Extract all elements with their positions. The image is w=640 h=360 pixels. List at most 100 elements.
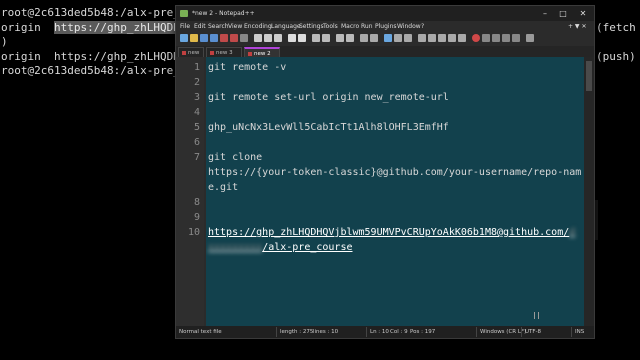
- line-number: 5: [193, 122, 200, 133]
- line-number: 10: [187, 227, 200, 238]
- line-number-gutter: 1 2 3 4 5 6 7 8 9 10: [176, 57, 204, 326]
- open-file-icon[interactable]: [190, 34, 198, 42]
- redacted-username: xxxxxxxxx: [208, 242, 263, 253]
- copy-icon[interactable]: [264, 34, 272, 42]
- code-line-7-wrap-1: https://{your-token-classic}@github.com/…: [208, 167, 582, 178]
- terminal-origin-label: origin: [1, 21, 54, 34]
- menu-encoding[interactable]: Encoding: [244, 23, 272, 30]
- paste-icon[interactable]: [274, 34, 282, 42]
- menu-search[interactable]: Search: [208, 23, 229, 30]
- indent-guide-icon[interactable]: [404, 34, 412, 42]
- window-title: *new 2 - Notepad++: [192, 10, 255, 17]
- menu-help[interactable]: ?: [421, 23, 424, 30]
- run-macro-multiple-icon[interactable]: [502, 34, 510, 42]
- mouse-ibeam-cursor: [534, 312, 539, 319]
- vertical-scrollbar[interactable]: [584, 57, 594, 326]
- status-encoding[interactable]: UTF-8: [525, 329, 541, 335]
- line-number: 1: [193, 62, 200, 73]
- terminal-line-paren: ): [1, 35, 8, 48]
- notepadpp-window: *new 2 - Notepad++ – □ ✕ File Edit Searc…: [175, 5, 595, 339]
- word-wrap-icon[interactable]: [384, 34, 392, 42]
- terminal-line-prompt: root@2c613ded5b48:/alx-pre_co: [1, 6, 194, 19]
- notepadpp-app-icon: [180, 10, 188, 17]
- zoom-out-icon[interactable]: [346, 34, 354, 42]
- print-icon[interactable]: [240, 34, 248, 42]
- terminal-selected-url[interactable]: https://ghp_zhLHQDHQV: [53, 21, 194, 34]
- code-line-10[interactable]: https://ghp_zhLHQDHQVjblwm59UMVPvCRUpYoA…: [208, 227, 575, 238]
- status-file-type: Normal text file: [179, 329, 222, 335]
- zoom-in-icon[interactable]: [336, 34, 344, 42]
- menu-tools[interactable]: Tools: [323, 23, 338, 30]
- text-editor[interactable]: git remote -v git remote set-url origin …: [206, 57, 584, 326]
- terminal-push-label: (push): [596, 50, 636, 63]
- function-list-icon[interactable]: [438, 34, 446, 42]
- udl-icon[interactable]: [418, 34, 426, 42]
- minimize-button[interactable]: –: [536, 7, 554, 20]
- tab-new-2[interactable]: new 2: [244, 47, 280, 67]
- menu-window[interactable]: Window: [397, 23, 421, 30]
- scrollbar-thumb[interactable]: [586, 61, 592, 91]
- stop-macro-icon[interactable]: [482, 34, 490, 42]
- monitoring-icon[interactable]: [458, 34, 466, 42]
- status-col: Col : 9: [390, 329, 408, 335]
- close-file-icon[interactable]: [220, 34, 228, 42]
- save-macro-icon[interactable]: [512, 34, 520, 42]
- maximize-button[interactable]: □: [554, 7, 572, 20]
- menu-bar: File Edit Search View Encoding Language …: [176, 21, 594, 32]
- find-icon[interactable]: [312, 34, 320, 42]
- unsaved-file-icon: [248, 51, 252, 56]
- folder-workspace-icon[interactable]: [448, 34, 456, 42]
- close-button[interactable]: ✕: [574, 7, 592, 20]
- menu-file[interactable]: File: [180, 23, 190, 30]
- code-line-10-wrap[interactable]: xxxxxxxxx/alx-pre_course: [208, 242, 353, 253]
- cut-icon[interactable]: [254, 34, 262, 42]
- title-bar: *new 2 - Notepad++ – □ ✕: [176, 6, 594, 21]
- terminal-fetch-label: (fetch: [596, 21, 636, 34]
- record-macro-icon[interactable]: [472, 34, 480, 42]
- tab-bar: new 1 new 3 new 2: [176, 46, 594, 67]
- save-all-icon[interactable]: [210, 34, 218, 42]
- menu-edit[interactable]: Edit: [194, 23, 206, 30]
- status-length: length : 275: [280, 329, 314, 335]
- replace-icon[interactable]: [322, 34, 330, 42]
- status-eol[interactable]: Windows (CR LF): [480, 329, 526, 335]
- show-all-chars-icon[interactable]: [394, 34, 402, 42]
- line-number: 9: [193, 212, 200, 223]
- status-divider: [571, 327, 572, 337]
- url-text: https://ghp_zhLHQDHQVjblwm59UMVPvCRUpYoA…: [208, 227, 570, 238]
- code-line-3: git remote set-url origin new_remote-url: [208, 92, 449, 103]
- save-icon[interactable]: [200, 34, 208, 42]
- status-divider: [366, 327, 367, 337]
- unsaved-file-icon: [210, 50, 214, 55]
- doc-map-icon[interactable]: [428, 34, 436, 42]
- undo-icon[interactable]: [288, 34, 296, 42]
- menu-plugins[interactable]: Plugins: [375, 23, 397, 30]
- menu-settings[interactable]: Settings: [299, 23, 324, 30]
- play-macro-icon[interactable]: [492, 34, 500, 42]
- unsaved-file-icon: [182, 50, 186, 55]
- code-line-7: git clone: [208, 152, 263, 163]
- menu-macro[interactable]: Macro: [341, 23, 359, 30]
- status-bar: Normal text file length : 275 lines : 10…: [176, 326, 594, 338]
- menu-language[interactable]: Language: [271, 23, 301, 30]
- tab-new-3[interactable]: new 3: [206, 47, 242, 66]
- redo-icon[interactable]: [298, 34, 306, 42]
- menu-run[interactable]: Run: [361, 23, 373, 30]
- status-lines: lines : 10: [313, 329, 339, 335]
- sync-vertical-icon[interactable]: [360, 34, 368, 42]
- menu-view[interactable]: View: [228, 23, 242, 30]
- status-pos: Pos : 197: [410, 329, 436, 335]
- terminal-line-origin-fetch: origin https://ghp_zhLHQDHQV: [1, 21, 194, 35]
- line-number: 8: [193, 197, 200, 208]
- toolbar-extra-icon[interactable]: [526, 34, 534, 42]
- close-all-icon[interactable]: [230, 34, 238, 42]
- new-file-icon[interactable]: [180, 34, 188, 42]
- line-number: 2: [193, 77, 200, 88]
- tab-new-1[interactable]: new 1: [178, 47, 204, 66]
- menu-right-controls[interactable]: + ▼ ✕: [568, 23, 586, 30]
- toolbar: [176, 32, 594, 45]
- code-line-1: git remote -v: [208, 62, 287, 73]
- status-ln: Ln : 10: [370, 329, 389, 335]
- line-number: 4: [193, 107, 200, 118]
- sync-horizontal-icon[interactable]: [370, 34, 378, 42]
